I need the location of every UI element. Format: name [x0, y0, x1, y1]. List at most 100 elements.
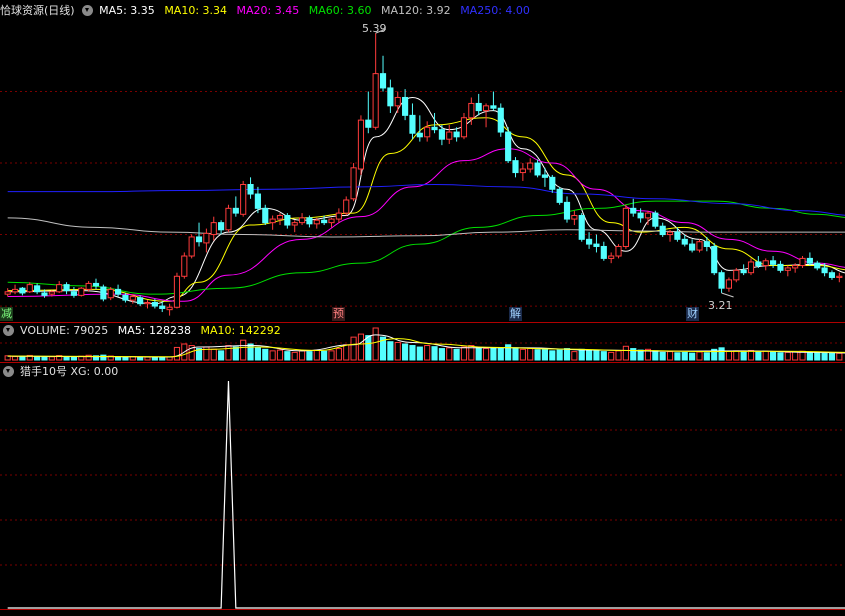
candle-body — [350, 167, 357, 200]
volume-bar — [519, 348, 526, 361]
volume-bar — [593, 349, 600, 361]
volume-bar — [652, 350, 659, 361]
volume-bar — [482, 348, 490, 361]
volume-bar — [210, 348, 217, 361]
candle-body — [814, 262, 821, 269]
candle-body — [173, 275, 181, 308]
marker-unlock[interactable]: 解 — [509, 307, 522, 321]
volume-bar — [122, 356, 129, 361]
candle-body — [372, 73, 379, 128]
candle-body — [365, 119, 372, 128]
ma120-value: MA120: 3.92 — [380, 4, 451, 17]
volume-bar — [151, 356, 158, 361]
volume-bar — [828, 352, 836, 361]
marker-finance[interactable]: 财 — [686, 307, 699, 321]
volume-ma10-value: MA10: 142292 — [200, 324, 281, 337]
candle-body — [114, 288, 122, 295]
candle-body — [674, 231, 681, 240]
ma5-value: MA5: 3.35 — [99, 4, 155, 17]
volume-bar — [438, 348, 445, 361]
volume-bar — [453, 348, 460, 361]
candle-body — [460, 117, 468, 138]
candle-body — [600, 245, 607, 259]
candle-body — [195, 236, 203, 243]
candle-body — [821, 267, 828, 274]
volume-bar — [276, 349, 284, 361]
candle-body — [321, 219, 328, 224]
volume-bar — [387, 341, 394, 361]
candle-body — [4, 291, 11, 295]
volume-bar — [144, 356, 151, 361]
candle-body — [203, 232, 210, 244]
candle-body — [512, 160, 519, 174]
volume-bar — [225, 345, 232, 361]
candle-body — [402, 96, 409, 116]
candle-body — [48, 291, 55, 295]
volume-bar — [703, 352, 710, 361]
candle-body — [482, 105, 490, 112]
candle-body — [129, 296, 136, 301]
candle-body — [313, 219, 320, 225]
candle-body — [468, 102, 475, 119]
dropdown-circle-icon[interactable] — [3, 325, 14, 336]
candle-body — [269, 218, 276, 224]
candle-body — [107, 288, 114, 299]
candle-body — [622, 207, 629, 247]
volume-bar — [402, 343, 409, 361]
ma10-value: MA10: 3.34 — [164, 4, 228, 17]
volume-bar — [240, 339, 247, 361]
volume-bar — [541, 348, 549, 361]
volume-bar — [475, 346, 482, 361]
volume-bar — [11, 356, 19, 361]
volume-bar — [836, 352, 843, 361]
candle-body — [784, 267, 791, 271]
volume-bar — [622, 345, 629, 361]
candle-body — [527, 162, 534, 170]
candle-body — [549, 176, 556, 190]
marker-reduce[interactable]: 减 — [0, 307, 13, 321]
volume-bar — [608, 351, 615, 361]
volume-bar — [770, 351, 777, 361]
volume-bar — [335, 348, 342, 361]
volume-bar — [41, 356, 48, 361]
volume-bar — [269, 350, 276, 361]
marker-forecast[interactable]: 预 — [332, 307, 345, 321]
indicator-value: 猎手10号 XG: 0.00 — [20, 365, 119, 378]
candle-body — [541, 174, 549, 178]
volume-bar — [48, 356, 55, 361]
low-price-label: 3.21 — [708, 299, 733, 312]
volume-bar — [254, 347, 261, 361]
candle-body — [218, 222, 225, 231]
volume-bar — [460, 346, 468, 361]
candle-body — [556, 188, 563, 203]
candle-body — [652, 212, 659, 227]
volume-bar — [424, 345, 431, 361]
candle-body — [497, 107, 504, 133]
candle-body — [387, 87, 394, 107]
volume-bar — [313, 349, 320, 361]
candle-body — [534, 162, 541, 176]
candle-body — [210, 222, 217, 236]
candle-body — [70, 291, 77, 296]
ma250-value: MA250: 4.00 — [460, 4, 530, 17]
volume-bar — [159, 357, 166, 361]
candle-body — [740, 269, 747, 274]
candle-body — [438, 129, 445, 140]
candle-body — [144, 302, 151, 305]
candle-body — [446, 131, 453, 140]
candle-body — [122, 294, 129, 301]
candle-body — [394, 96, 401, 107]
volume-bar — [218, 350, 225, 361]
candle-body — [792, 265, 799, 269]
candle-body — [615, 245, 622, 257]
volume-bar — [556, 349, 563, 361]
volume-bar — [306, 351, 313, 361]
dropdown-circle-icon[interactable] — [82, 5, 94, 16]
volume-bar — [497, 348, 504, 361]
candle-body — [593, 243, 600, 247]
volume-bar — [578, 348, 585, 361]
volume-bar — [328, 350, 335, 361]
candle-body — [78, 287, 85, 296]
candle-body — [799, 257, 806, 267]
dropdown-circle-icon[interactable] — [3, 366, 14, 377]
